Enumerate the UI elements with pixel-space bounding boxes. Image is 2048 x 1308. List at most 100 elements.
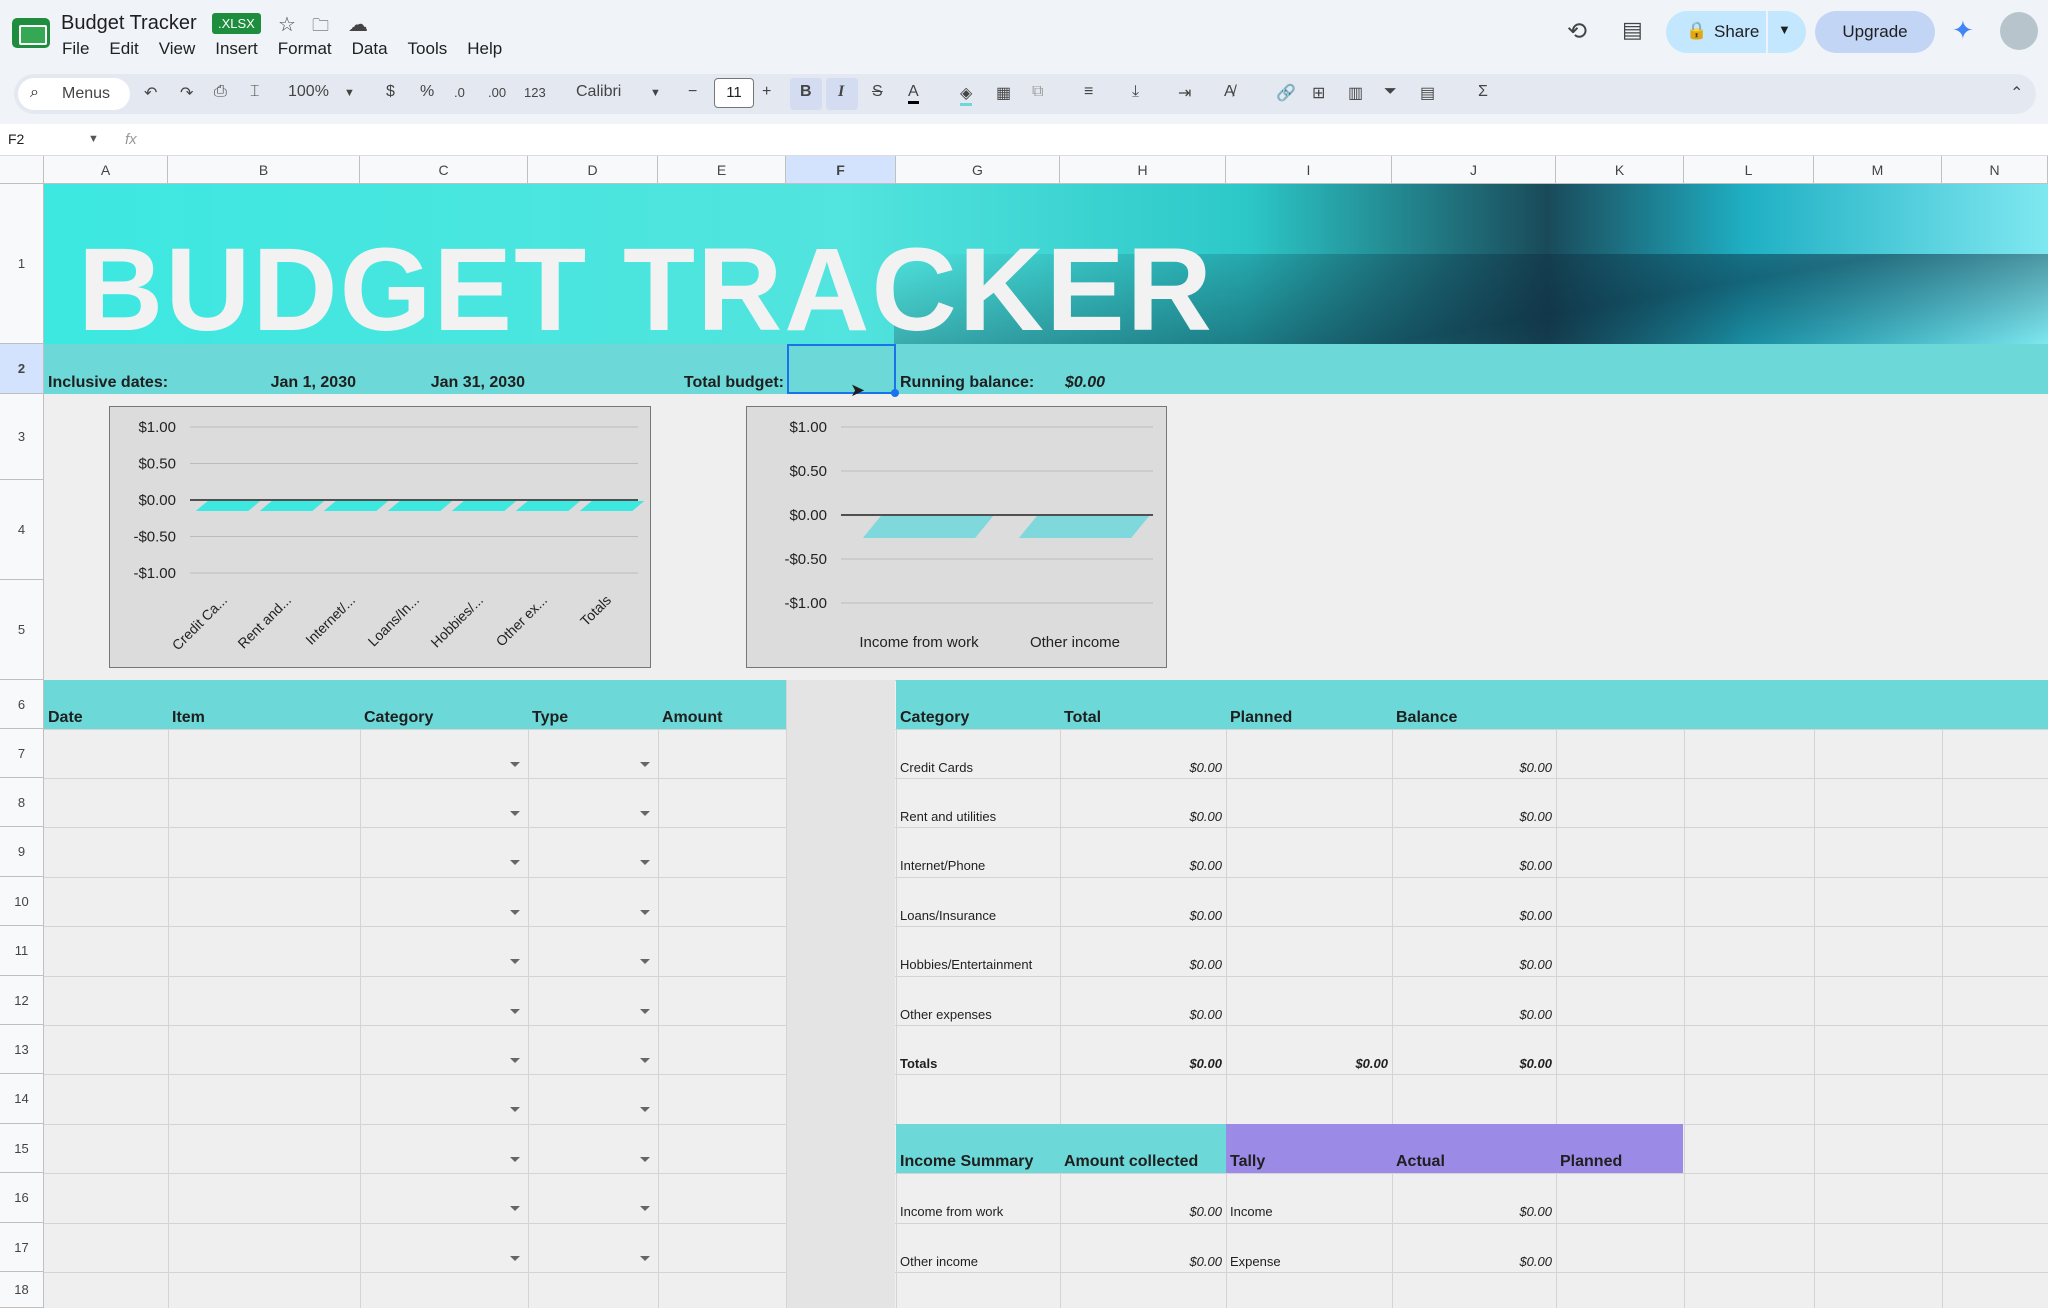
summary-balance-cell[interactable]: $0.00 [1392,760,1552,775]
tally-label-cell[interactable]: Income [1230,1204,1273,1219]
summary-total-cell[interactable]: $0.00 [1060,809,1222,824]
row-header-7[interactable]: 7 [0,729,44,778]
type-dropdown-icon[interactable] [640,1107,650,1112]
column-header-b[interactable]: B [168,156,360,184]
text-wrapping-icon[interactable]: ⇥ [1178,83,1191,103]
category-dropdown-icon[interactable] [510,959,520,964]
bar-0[interactable] [195,501,261,511]
summary-balance-cell[interactable]: $0.00 [1392,908,1552,923]
category-dropdown-icon[interactable] [510,1256,520,1261]
total-budget-cell-selected[interactable] [787,344,899,397]
category-dropdown-icon[interactable] [510,1009,520,1014]
type-dropdown-icon[interactable] [640,959,650,964]
expenses-chart[interactable]: $1.00 $0.50 $0.00 -$0.50 -$1.00 Credit Ca... R… [109,406,651,668]
comments-icon[interactable]: ▤ [1622,17,1643,43]
insert-comment-icon[interactable]: ⊞ [1312,83,1325,103]
category-dropdown-icon[interactable] [510,1107,520,1112]
category-dropdown-icon[interactable] [510,811,520,816]
column-header-e[interactable]: E [658,156,786,184]
formula-input[interactable] [160,131,2040,151]
bar-4[interactable] [451,501,517,511]
row-header-4[interactable]: 4 [0,480,44,580]
row-header-6[interactable]: 6 [0,680,44,729]
category-dropdown-icon[interactable] [510,762,520,767]
row-header-13[interactable]: 13 [0,1025,44,1074]
cloud-status-icon[interactable]: ☁ [348,12,368,37]
borders-icon[interactable]: ▦ [996,83,1011,103]
row-header-11[interactable]: 11 [0,926,44,976]
summary-total-cell[interactable]: $0.00 [1060,858,1222,873]
percent-format-button[interactable]: % [420,83,434,101]
row-header-15[interactable]: 15 [0,1124,44,1173]
end-date-cell[interactable]: Jan 31, 2030 [360,374,525,392]
version-history-icon[interactable]: ⟲ [1567,17,1587,46]
menu-format[interactable]: Format [278,39,332,59]
avatar[interactable] [2000,12,2038,50]
functions-icon[interactable]: Σ [1478,83,1488,101]
summary-category-cell[interactable]: Credit Cards [900,760,973,775]
column-header-a[interactable]: A [44,156,168,184]
income-label-cell[interactable]: Income from work [900,1204,1003,1219]
menu-insert[interactable]: Insert [215,39,258,59]
type-dropdown-icon[interactable] [640,860,650,865]
income-label-cell[interactable]: Other income [900,1254,978,1269]
font-size-input[interactable]: 11 [714,78,754,108]
summary-balance-cell[interactable]: $0.00 [1392,809,1552,824]
menu-tools[interactable]: Tools [408,39,448,59]
row-header-1[interactable]: 1 [0,184,44,344]
number-format-button[interactable]: 123 [524,85,546,100]
fill-color-icon[interactable]: ◈ [960,83,973,106]
redo-icon[interactable]: ↷ [180,83,193,103]
summary-total-cell[interactable]: $0.00 [1060,957,1222,972]
decrease-font-size-icon[interactable]: − [688,83,697,101]
summary-total-cell[interactable]: $0.00 [1060,1056,1222,1071]
row-header-3[interactable]: 3 [0,394,44,480]
type-dropdown-icon[interactable] [640,910,650,915]
income-amount-cell[interactable]: $0.00 [1060,1204,1222,1219]
italic-icon[interactable]: I [838,83,844,101]
search-menus-button[interactable]: ⌕ Menus [18,78,130,110]
bar-3[interactable] [387,501,453,511]
menu-help[interactable]: Help [467,39,502,59]
font-family-select[interactable]: Calibri [576,83,621,101]
summary-category-cell[interactable]: Rent and utilities [900,809,996,824]
bold-icon[interactable]: B [800,83,812,101]
row-header-5[interactable]: 5 [0,580,44,680]
bar-5[interactable] [515,501,581,511]
row-header-16[interactable]: 16 [0,1173,44,1223]
summary-total-cell[interactable]: $0.00 [1060,1007,1222,1022]
share-dropdown-icon[interactable]: ▼ [1778,22,1791,37]
name-box[interactable]: F2 [8,131,24,147]
gemini-icon[interactable]: ✦ [1952,15,1974,46]
bar-0[interactable] [862,516,994,538]
tally-label-cell[interactable]: Expense [1230,1254,1281,1269]
column-header-m[interactable]: M [1814,156,1942,184]
type-dropdown-icon[interactable] [640,811,650,816]
undo-icon[interactable]: ↶ [144,83,157,103]
start-date-cell[interactable]: Jan 1, 2030 [168,374,356,392]
menu-view[interactable]: View [159,39,196,59]
summary-balance-cell[interactable]: $0.00 [1392,1007,1552,1022]
row-header-9[interactable]: 9 [0,827,44,877]
upgrade-button[interactable]: Upgrade [1815,11,1935,53]
bar-1[interactable] [259,501,325,511]
zoom-dropdown-icon[interactable]: ▼ [344,87,355,99]
type-dropdown-icon[interactable] [640,1058,650,1063]
merge-cells-icon[interactable]: ⧉ [1032,83,1043,101]
fill-handle[interactable] [891,389,899,397]
row-header-10[interactable]: 10 [0,877,44,926]
column-header-f[interactable]: F [786,156,896,184]
type-dropdown-icon[interactable] [640,1256,650,1261]
tally-actual-cell[interactable]: $0.00 [1392,1204,1552,1219]
type-dropdown-icon[interactable] [640,1157,650,1162]
tally-actual-cell[interactable]: $0.00 [1392,1254,1552,1269]
summary-category-cell[interactable]: Other expenses [900,1007,992,1022]
insert-chart-icon[interactable]: ▥ [1348,83,1363,103]
row-header-17[interactable]: 17 [0,1223,44,1272]
column-header-j[interactable]: J [1392,156,1556,184]
name-box-dropdown-icon[interactable]: ▼ [88,133,99,145]
bar-1[interactable] [1018,516,1150,538]
horizontal-align-icon[interactable]: ≡ [1084,83,1093,101]
text-color-icon[interactable]: A [908,83,919,104]
category-dropdown-icon[interactable] [510,1157,520,1162]
